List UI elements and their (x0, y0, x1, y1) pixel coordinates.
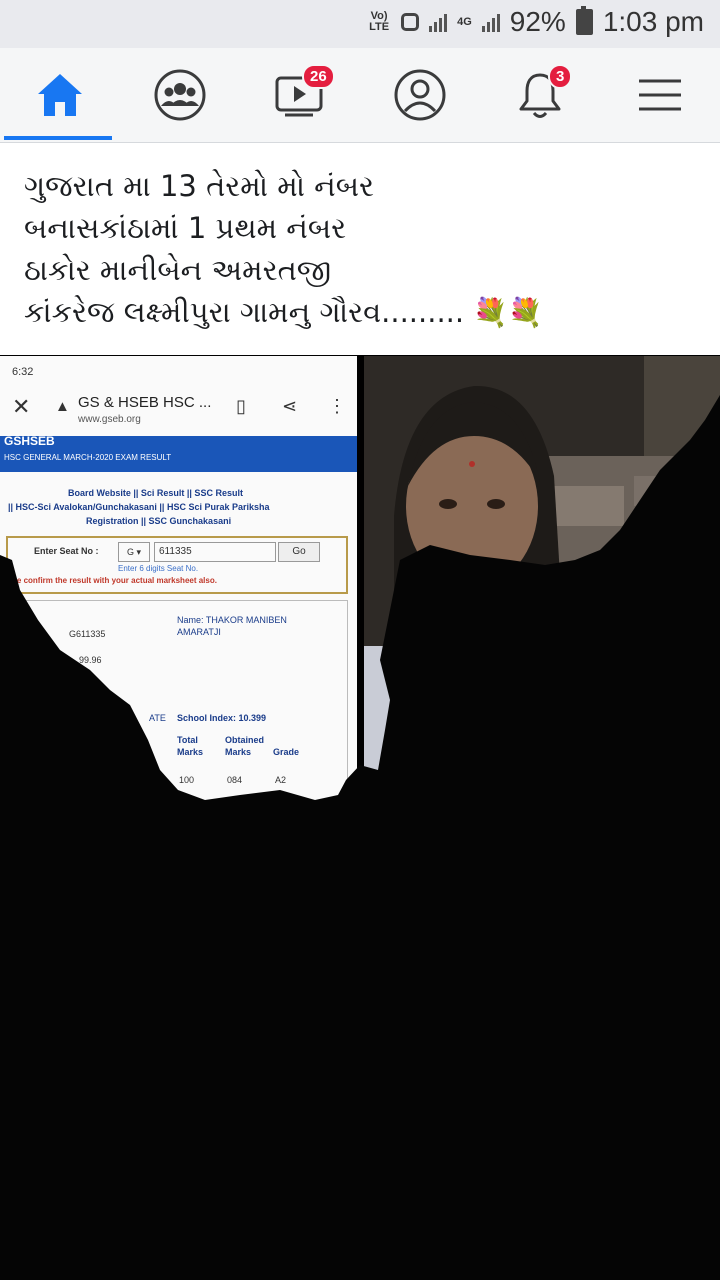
links-line-1: Board Website || Sci Result || SSC Resul… (68, 488, 243, 498)
links-line-2: || HSC-Sci Avalokan/Gunchakasani || HSC … (8, 502, 270, 512)
post-line-1: ગુજરાત મા 13 તેરમો મો નંબર (24, 169, 375, 203)
nav-notifications-tab[interactable]: 3 (480, 48, 600, 142)
post-line-4: કાંકરેજ લક્ષ્મીપુરા ગામનુ ગૌરવ......... … (24, 295, 543, 330)
battery-icon (575, 6, 593, 35)
result-state: ATE (149, 713, 166, 723)
row-obtained: 084 (227, 775, 243, 785)
lte-label: 4G (457, 15, 472, 28)
result-name-2: AMARATJI (177, 627, 221, 637)
more-icon: ⋮ (328, 396, 346, 416)
result-name: Name: THAKOR MANIBEN (177, 615, 287, 625)
bookmark-icon: ▯ (236, 396, 246, 416)
seat-prefix-select: G ▾ (118, 542, 150, 562)
signal-icon (429, 12, 448, 32)
profile-icon (394, 69, 446, 121)
result-seat: G611335 (69, 629, 106, 639)
nav-groups-tab[interactable] (120, 48, 240, 142)
student-portrait (364, 356, 720, 776)
battery-percent: 92% (509, 6, 566, 37)
screenshot-site-url: www.gseb.org (78, 414, 141, 425)
signal-icon-2 (481, 12, 500, 32)
result-table: G611335 99.96 Name: THAKOR MANIBEN AMARA… (0, 600, 348, 816)
post-text: ગુજરાત મા 13 તેરમો મો નંબર બનાસકાંઠામાં … (0, 143, 720, 355)
col-obtained-marks: Marks (225, 747, 252, 757)
result-screenshot-photo[interactable]: 6:32 ✕ ▲ GS & HSEB HSC ... www.gseb.org … (0, 356, 357, 816)
student-photo[interactable] (364, 356, 720, 776)
clock: 1:03 pm (602, 6, 704, 37)
status-bar: Vo) LTE 4G 92% 1:03 pm (0, 0, 720, 48)
result-percent: 99.96 (79, 655, 102, 665)
gseb-banner: GSHSEB HSC GENERAL MARCH-2020 EXAM RESUL… (0, 434, 357, 472)
network-label: Vo) LTE (369, 10, 390, 33)
school-index: School Index: 10.399 (177, 713, 267, 723)
seat-input: 611335 (154, 542, 276, 562)
post-line-4-text: કાંકરેજ લક્ષ્મીપુરા ગામનુ ગૌરવ......... (24, 295, 465, 329)
nav-profile-tab[interactable] (360, 48, 480, 142)
top-nav-bar: 26 3 (0, 48, 720, 143)
watch-badge: 26 (302, 64, 335, 89)
groups-icon (154, 69, 206, 121)
active-tab-indicator (4, 136, 112, 140)
gseb-banner-text: HSC GENERAL MARCH-2020 EXAM RESULT (4, 453, 172, 462)
post-line-3: ઠાકોર માનીબેન અમરતજી (24, 253, 332, 287)
menu-icon (639, 79, 681, 111)
notifications-badge: 3 (548, 64, 573, 89)
home-icon (38, 74, 82, 116)
col-grade: Grade (273, 747, 300, 757)
seat-form: Enter Seat No : G ▾ 611335 Go Enter 6 di… (6, 536, 348, 594)
bouquet-emoji: 💐💐 (473, 296, 544, 329)
nav-menu-tab[interactable] (600, 48, 720, 142)
links-line-3: Registration || SSC Gunchakasani (86, 516, 232, 526)
data-saver-icon (401, 13, 420, 31)
gseb-brand: GSHSEB (4, 434, 55, 448)
screenshot-site-title: GS & HSEB HSC ... (78, 394, 212, 411)
share-icon: ⋖ (282, 396, 298, 416)
nav-home-tab[interactable] (0, 48, 120, 142)
col-obtained: Obtained (225, 735, 265, 745)
col-marks: Marks (177, 747, 204, 757)
screenshot-time: 6:32 (12, 366, 34, 378)
screenshot-close-icon: ✕ (12, 394, 31, 419)
go-button: Go (278, 542, 320, 562)
row-total: 100 (179, 775, 195, 785)
row-grade: A2 (275, 775, 287, 785)
post-line-2: બનાસકાંઠામાં 1 પ્રથમ નંબર (24, 211, 347, 245)
confirm-warning: ase confirm the result with your actual … (8, 576, 217, 585)
seat-label: Enter Seat No : (34, 546, 99, 556)
warning-icon: ▲ (55, 398, 70, 415)
nav-watch-tab[interactable]: 26 (240, 48, 360, 142)
col-total: Total (177, 735, 198, 745)
seat-hint: Enter 6 digits Seat No. (118, 564, 199, 573)
